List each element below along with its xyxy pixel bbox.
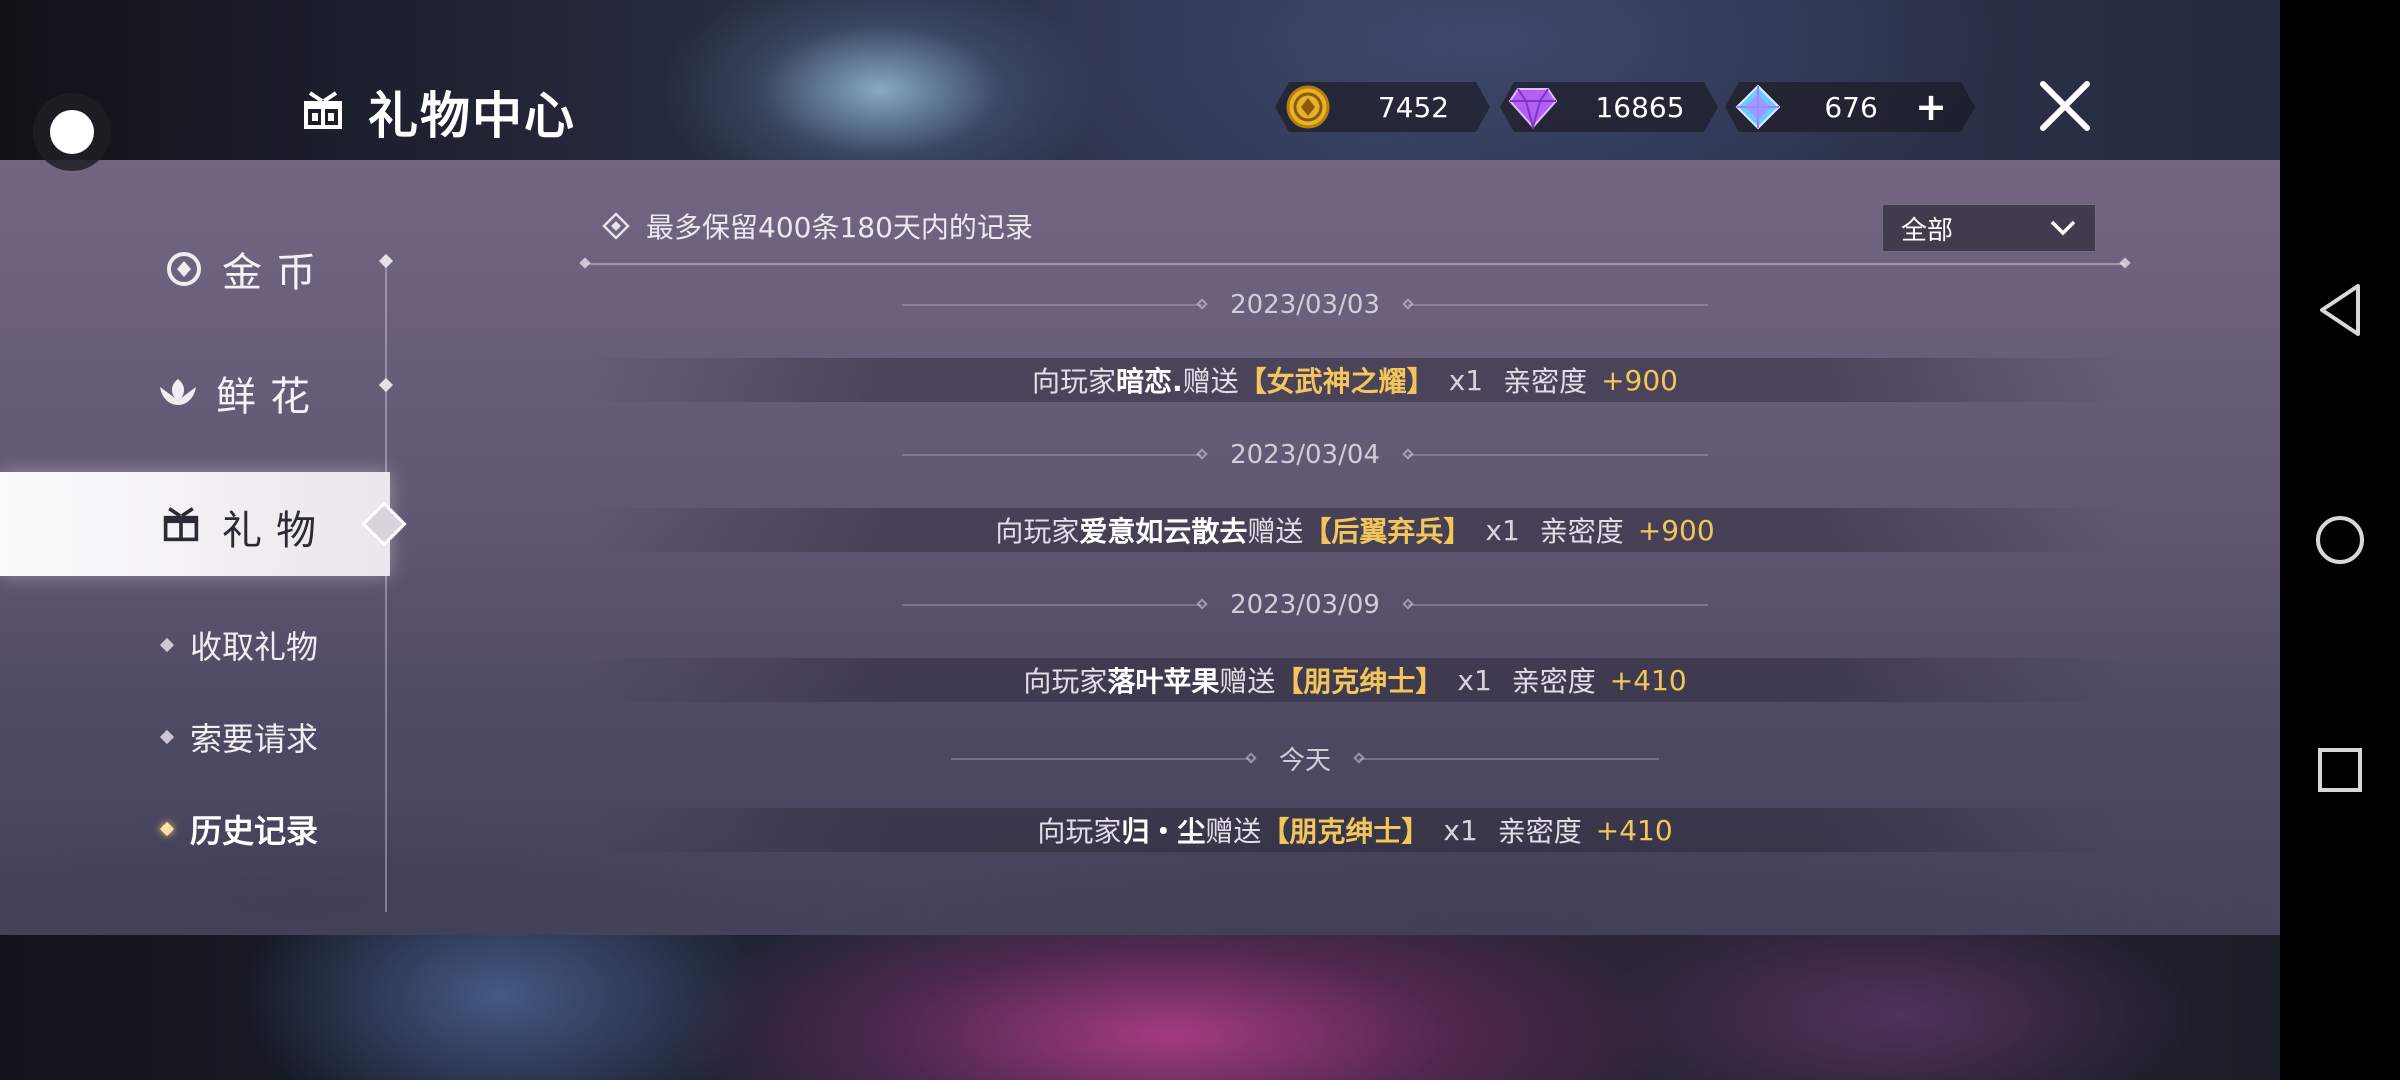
filter-dropdown[interactable]: 全部 — [1882, 204, 2096, 252]
sidebar-item-gifts[interactable]: 礼物 — [0, 472, 390, 576]
gift-box-icon — [302, 89, 344, 135]
date-label: 今天 — [1278, 746, 1331, 776]
add-crystal-button[interactable]: + — [1915, 85, 1947, 129]
history-record: 向玩家 暗恋. 赠送 【女武神之耀】 x1 亲密度 +900 — [585, 358, 2125, 402]
gift-name: 【朋克绅士】 — [1261, 815, 1430, 848]
gift-box-icon — [162, 505, 206, 549]
record-verb: 赠送 — [1182, 365, 1239, 398]
record-verb: 赠送 — [1205, 815, 1262, 848]
intimacy-points: +410 — [1609, 663, 1687, 697]
record-prefix: 向玩家 — [1032, 365, 1117, 398]
record-verb: 赠送 — [1219, 665, 1276, 698]
history-record: 向玩家 落叶苹果 赠送 【朋克绅士】 x1 亲密度 +410 — [585, 658, 2125, 702]
gift-quantity: x1 — [1457, 663, 1492, 697]
chevron-down-icon — [2050, 220, 2076, 236]
coin-icon — [162, 247, 206, 291]
system-navigation-bar — [2280, 0, 2400, 1080]
close-icon — [2040, 81, 2090, 131]
sidebar-item-label: 金币 — [222, 250, 330, 296]
history-record: 向玩家 爱意如云散去 赠送 【后翼弃兵】 x1 亲密度 +900 — [585, 508, 2125, 552]
sidebar-item-coins[interactable]: 金币 — [162, 240, 330, 298]
sidebar-item-flowers[interactable]: 鲜花 — [156, 364, 324, 422]
back-button[interactable] — [2280, 282, 2400, 338]
sidebar-subitem-history[interactable]: 历史记录 — [159, 806, 319, 852]
crystal-currency[interactable]: 676 + — [1725, 82, 1975, 132]
footer-background — [0, 935, 2280, 1080]
gift-quantity: x1 — [1448, 363, 1484, 397]
sidebar-divider — [385, 262, 387, 912]
diamond-outline-icon — [602, 212, 630, 240]
history-record: 向玩家 归・尘 赠送 【朋克绅士】 x1 亲密度 +410 — [585, 808, 2125, 852]
intimacy-points: +900 — [1601, 363, 1678, 397]
gold-amount: 7452 — [1377, 90, 1450, 124]
recents-square-icon — [2318, 748, 2362, 792]
sidebar-subitem-receive[interactable]: 收取礼物 — [159, 622, 319, 668]
home-button[interactable] — [2280, 514, 2400, 566]
player-name: 归・尘 — [1121, 815, 1206, 848]
sidebar-item-label: 鲜花 — [216, 374, 324, 420]
diamond-amount: 16865 — [1595, 90, 1685, 124]
intimacy-label: 亲密度 — [1539, 515, 1624, 548]
intimacy-points: +410 — [1595, 813, 1673, 847]
floating-assist-button[interactable] — [33, 93, 111, 171]
page-title: 礼物中心 — [368, 87, 576, 145]
date-label: 2023/03/04 — [1230, 440, 1380, 470]
close-button[interactable] — [2035, 76, 2095, 136]
diamond-bullet-icon — [159, 637, 175, 653]
header-divider — [585, 263, 2125, 265]
player-name: 落叶苹果 — [1107, 665, 1220, 698]
sidebar-item-label: 礼物 — [222, 508, 330, 554]
gift-name: 【女武神之耀】 — [1238, 365, 1435, 398]
date-label: 2023/03/09 — [1230, 590, 1380, 620]
record-prefix: 向玩家 — [1023, 665, 1108, 698]
filter-selected: 全部 — [1901, 215, 1954, 246]
date-separator: 今天 — [900, 740, 1710, 777]
record-prefix: 向玩家 — [995, 515, 1080, 548]
page-header: 礼物中心 — [302, 76, 576, 148]
record-verb: 赠送 — [1247, 515, 1304, 548]
home-circle-icon — [2316, 516, 2364, 564]
gift-name: 【后翼弃兵】 — [1303, 515, 1472, 548]
diamond-bullet-icon — [159, 729, 175, 745]
date-separator: 2023/03/09 — [900, 590, 1710, 620]
player-name: 爱意如云散去 — [1079, 515, 1248, 548]
record-prefix: 向玩家 — [1037, 815, 1122, 848]
flower-icon — [156, 371, 200, 415]
sidebar-subitem-requests[interactable]: 索要请求 — [159, 714, 319, 760]
intimacy-label: 亲密度 — [1497, 815, 1582, 848]
gold-coin-icon — [1279, 78, 1337, 136]
gift-quantity: x1 — [1485, 513, 1520, 547]
date-separator: 2023/03/03 — [900, 290, 1710, 320]
gift-quantity: x1 — [1443, 813, 1478, 847]
intimacy-points: +900 — [1637, 513, 1715, 547]
subitem-label: 索要请求 — [190, 720, 319, 758]
intimacy-label: 亲密度 — [1511, 665, 1596, 698]
blue-crystal-icon — [1729, 78, 1787, 136]
purple-gem-icon — [1504, 78, 1562, 136]
notice-text: 最多保留400条180天内的记录 — [646, 211, 1033, 244]
date-label: 2023/03/03 — [1230, 290, 1380, 320]
back-triangle-icon — [2320, 284, 2360, 336]
assist-dot-icon — [50, 110, 94, 154]
player-name: 暗恋. — [1116, 365, 1183, 398]
intimacy-label: 亲密度 — [1503, 365, 1588, 398]
gift-name: 【朋克绅士】 — [1275, 665, 1444, 698]
diamond-currency[interactable]: 16865 — [1500, 82, 1718, 132]
diamond-bullet-icon — [159, 821, 175, 837]
subitem-label: 收取礼物 — [190, 628, 319, 666]
subitem-label: 历史记录 — [190, 812, 319, 850]
crystal-amount: 676 — [1824, 90, 1878, 124]
date-separator: 2023/03/04 — [900, 440, 1710, 470]
recents-button[interactable] — [2280, 746, 2400, 794]
gold-currency[interactable]: 7452 — [1275, 82, 1490, 132]
retention-notice: 最多保留400条180天内的记录 — [602, 206, 1033, 246]
